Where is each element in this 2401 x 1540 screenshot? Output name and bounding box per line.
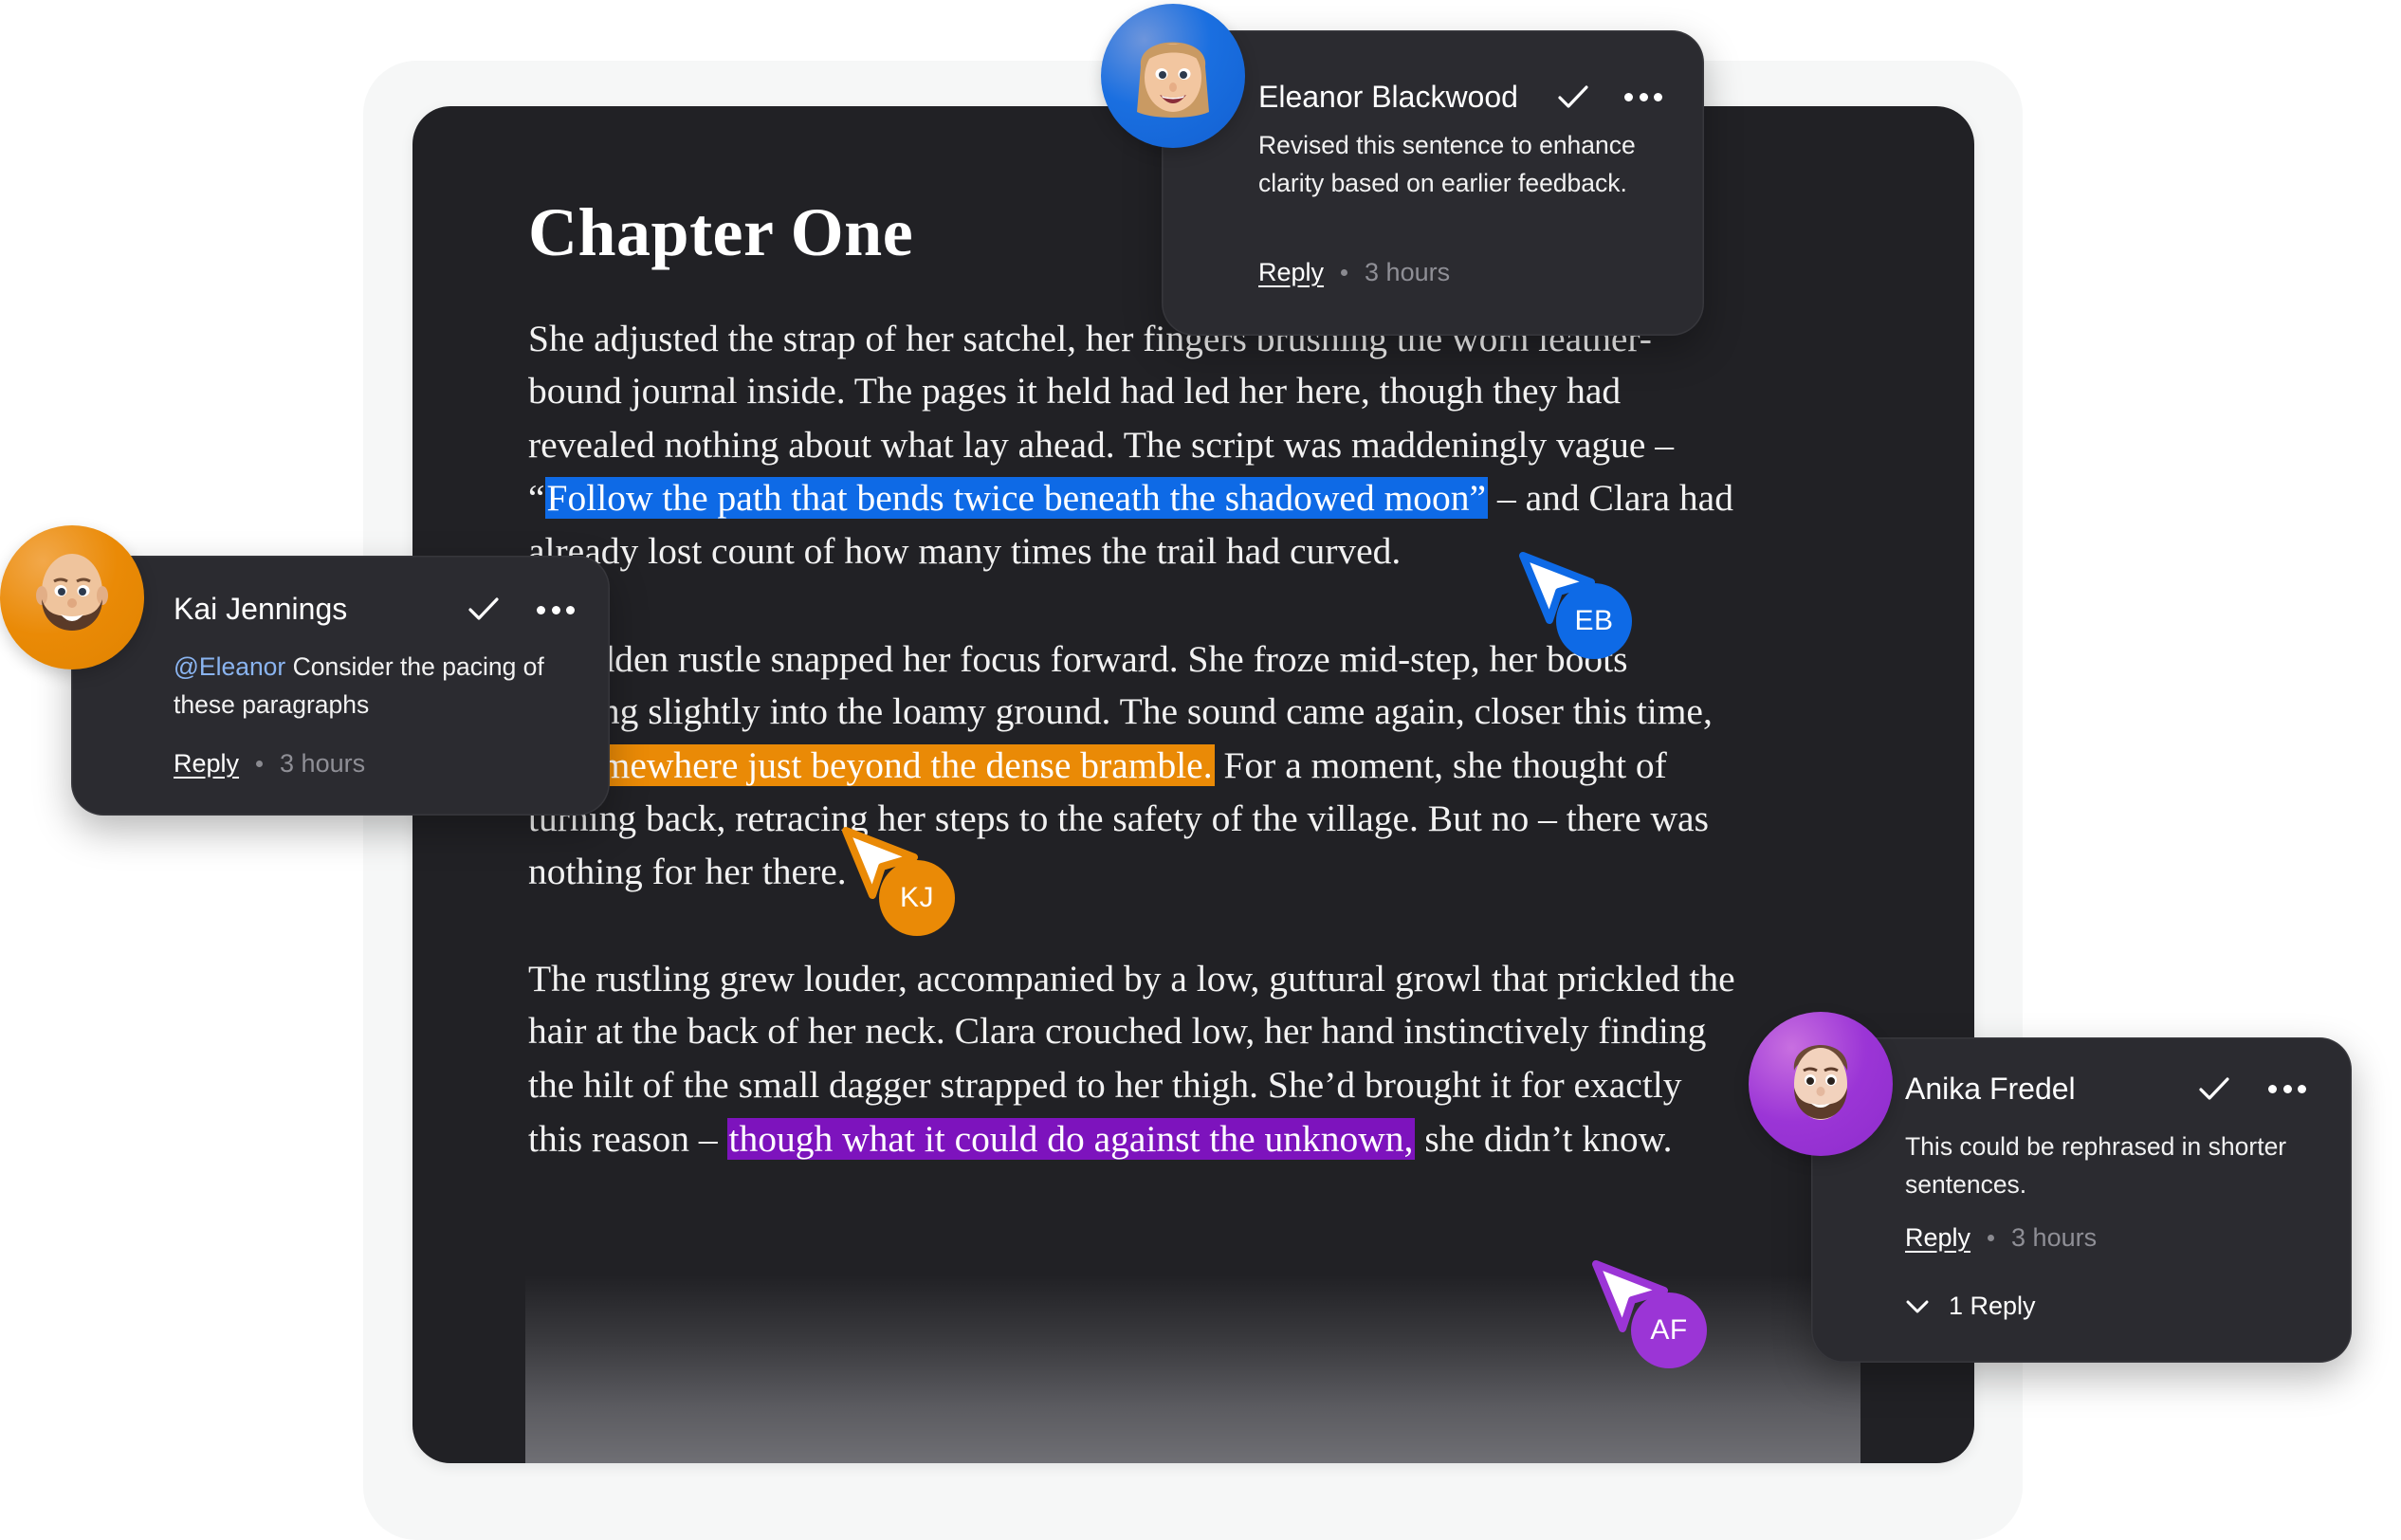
memoji-bearded-man-icon	[36, 554, 108, 631]
text-segment: she didn’t know.	[1415, 1118, 1673, 1160]
mention-eleanor[interactable]: @Eleanor	[174, 652, 285, 681]
text-line[interactable]: sinking slightly into the loamy ground. …	[528, 687, 1713, 736]
cursor-badge: EB	[1556, 583, 1632, 659]
text-segment: revealed nothing about what lay ahead. T…	[528, 424, 1675, 466]
text-segment: hair at the back of her neck. Clara crou…	[528, 1010, 1707, 1052]
comment-body: Revised this sentence to enhance clarity…	[1258, 126, 1676, 202]
text-segment: turning back, retracing her steps to the…	[528, 798, 1709, 839]
text-segment: For a moment, she thought of	[1214, 744, 1667, 786]
reply-button[interactable]: Reply	[174, 749, 239, 779]
page-title: Chapter One	[528, 194, 914, 270]
text-segment: The rustling grew louder, accompanied by…	[528, 958, 1735, 999]
text-segment: already lost count of how many times the…	[528, 530, 1402, 572]
expand-replies-button[interactable]: 1 Reply	[1905, 1292, 2036, 1321]
text-segment: bound journal inside. The pages it held …	[528, 370, 1622, 412]
comment-time: 3 hours	[280, 749, 366, 778]
text-line[interactable]: The rustling grew louder, accompanied by…	[528, 954, 1735, 1003]
separator-dot	[1988, 1235, 1995, 1241]
comment-time: 3 hours	[2011, 1223, 2098, 1252]
memoji-woman-icon	[1137, 42, 1209, 118]
text-segment: the hilt of the small dagger strapped to…	[528, 1064, 1682, 1106]
text-segment: sinking slightly into the loamy ground. …	[528, 690, 1713, 732]
memoji-man-icon	[1793, 1045, 1848, 1120]
text-line[interactable]: “Follow the path that bends twice beneat…	[528, 473, 1733, 522]
comment-author: Anika Fredel	[1905, 1072, 2076, 1106]
check-icon[interactable]	[467, 595, 501, 623]
text-line[interactable]: somewhere just beyond the dense bramble.…	[528, 741, 1667, 790]
text-segment: – and Clara had	[1488, 477, 1733, 519]
text-segment: nothing for her there.	[528, 851, 847, 892]
replies-count: 1 Reply	[1949, 1292, 2036, 1320]
check-icon[interactable]	[1556, 82, 1590, 111]
comment-card-kai: Kai Jennings @Eleanor Consider the pacin…	[71, 556, 610, 816]
more-horizontal-icon[interactable]	[537, 604, 575, 615]
separator-dot	[1341, 269, 1348, 276]
text-segment: A sudden rustle snapped her focus forwar…	[528, 638, 1628, 680]
comment-meta: Reply 3 hours	[1258, 258, 1450, 287]
chevron-down-icon	[1906, 1300, 1929, 1312]
cursor-badge: KJ	[879, 860, 955, 936]
comment-text: This could be rephrased in shorter sente…	[1905, 1132, 2287, 1199]
reply-button[interactable]: Reply	[1905, 1223, 1970, 1253]
comment-text: Revised this sentence to enhance clarity…	[1258, 131, 1636, 197]
separator-dot	[256, 761, 264, 767]
highlighted-text-orange[interactable]: somewhere just beyond the dense bramble.	[565, 744, 1215, 786]
avatar-kai[interactable]	[0, 525, 144, 669]
text-segment: this reason –	[528, 1118, 727, 1160]
text-line[interactable]: hair at the back of her neck. Clara crou…	[528, 1006, 1706, 1055]
cursor-badge: AF	[1631, 1292, 1707, 1368]
text-line[interactable]: this reason – though what it could do ag…	[528, 1114, 1672, 1164]
text-line[interactable]: revealed nothing about what lay ahead. T…	[528, 420, 1674, 469]
comment-body: This could be rephrased in shorter sente…	[1905, 1128, 2303, 1203]
comment-author: Eleanor Blackwood	[1258, 80, 1518, 114]
text-line[interactable]: nothing for her there.	[528, 847, 847, 896]
comment-time: 3 hours	[1365, 258, 1451, 286]
reply-button[interactable]: Reply	[1258, 258, 1324, 287]
comment-meta: Reply 3 hours	[174, 749, 365, 779]
text-line[interactable]: already lost count of how many times the…	[528, 526, 1401, 576]
check-icon[interactable]	[2197, 1074, 2231, 1103]
avatar-anika[interactable]	[1749, 1012, 1893, 1156]
comment-body: @Eleanor Consider the pacing of these pa…	[174, 648, 591, 724]
text-line[interactable]: A sudden rustle snapped her focus forwar…	[528, 634, 1627, 684]
more-horizontal-icon[interactable]	[1624, 91, 1662, 102]
text-line[interactable]: the hilt of the small dagger strapped to…	[528, 1060, 1682, 1109]
comment-meta: Reply 3 hours	[1905, 1223, 2097, 1253]
more-horizontal-icon[interactable]	[2268, 1083, 2306, 1094]
text-segment: “	[528, 477, 545, 519]
text-line[interactable]: bound journal inside. The pages it held …	[528, 366, 1621, 415]
avatar-eleanor[interactable]	[1101, 4, 1245, 148]
text-line[interactable]: turning back, retracing her steps to the…	[528, 794, 1709, 843]
highlighted-text-purple[interactable]: though what it could do against the unkn…	[726, 1118, 1416, 1160]
comment-author: Kai Jennings	[174, 592, 348, 626]
highlighted-text-blue[interactable]: Follow the path that bends twice beneath…	[544, 477, 1489, 519]
